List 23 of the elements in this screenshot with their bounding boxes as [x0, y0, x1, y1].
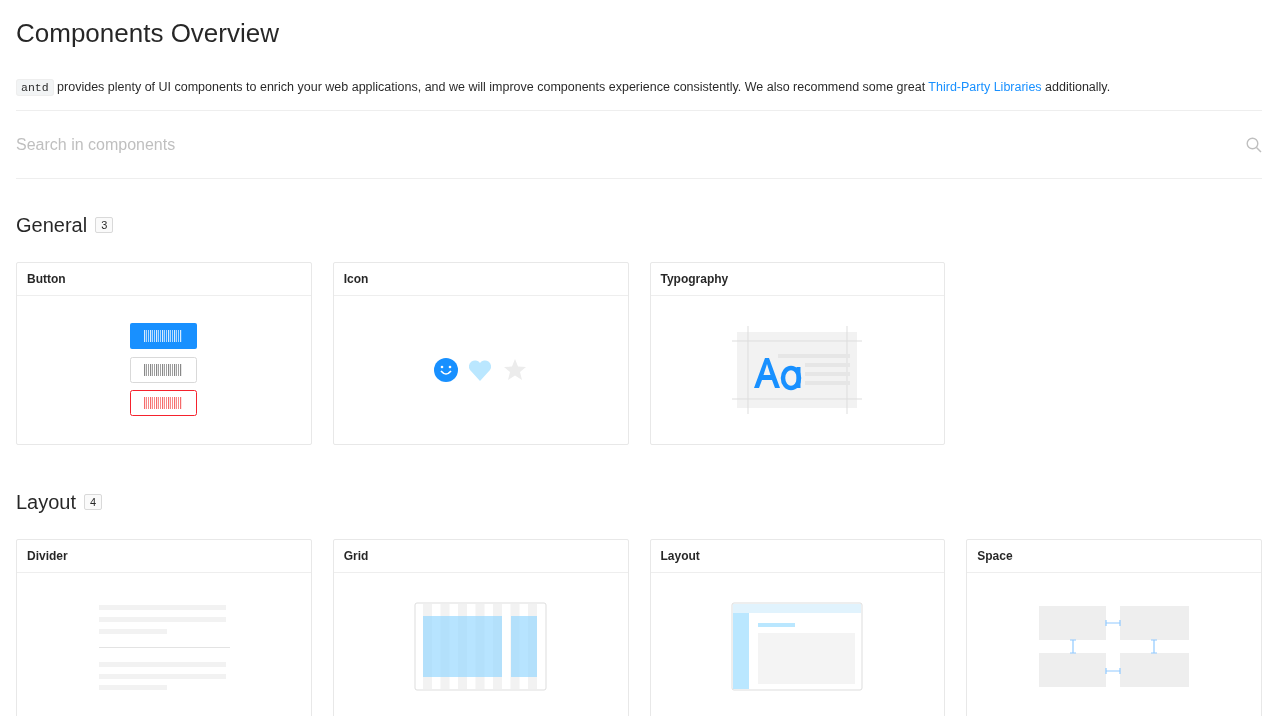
search-field[interactable]: Search in components	[16, 135, 1246, 154]
card-title: Space	[967, 540, 1261, 573]
component-card[interactable]: Divider	[16, 539, 312, 716]
card-title: Button	[17, 263, 311, 296]
page-title: Components Overview	[16, 17, 280, 49]
card-title: Typography	[650, 263, 945, 296]
component-card[interactable]: Space	[966, 539, 1262, 716]
card-title: Grid	[333, 540, 628, 573]
count-badge: 3	[95, 217, 114, 233]
count-badge: 4	[84, 494, 103, 510]
component-card[interactable]: Button	[16, 262, 312, 445]
card-title: Icon	[333, 263, 628, 296]
intro-paragraph: antd provides plenty of UI components to enrich your web applications, and we will improve components experience consistently. We also recommend some great Third-Party Libraries additionally.	[16, 77, 1262, 98]
section-heading: General	[16, 213, 88, 238]
component-card[interactable]: Grid	[332, 539, 629, 716]
component-card[interactable]: Layout	[649, 539, 946, 716]
search-icon[interactable]	[1246, 136, 1262, 153]
code-text: antd	[16, 79, 54, 96]
component-card[interactable]: Typography	[649, 262, 946, 445]
card-title: Divider	[17, 540, 311, 573]
section-heading: Layout	[16, 490, 77, 515]
component-card[interactable]: Icon	[332, 262, 629, 445]
card-title: Layout	[650, 540, 945, 573]
